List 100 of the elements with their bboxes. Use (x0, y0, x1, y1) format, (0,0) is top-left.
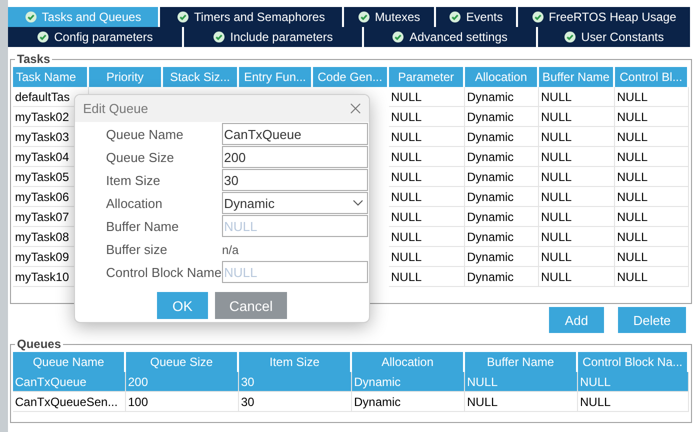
tab[interactable]: Include parameters (184, 27, 364, 47)
table-cell: Dynamic (465, 167, 539, 187)
input-field[interactable]: NULL (222, 215, 368, 237)
column-header[interactable]: Stack Siz... (163, 67, 239, 87)
table-cell: NULL (465, 392, 578, 412)
tab[interactable]: Mutexes (344, 7, 436, 27)
column-header[interactable]: Control Block Na... (578, 352, 689, 372)
table-cell: NULL (389, 247, 465, 267)
table-cell: NULL (389, 87, 465, 107)
tab[interactable]: Config parameters (8, 27, 184, 47)
field-label: Queue Size (106, 149, 175, 167)
check-icon (449, 11, 462, 23)
table-cell: Dynamic (465, 267, 539, 287)
table-cell: NULL (539, 247, 615, 267)
group-title: Queues (15, 337, 64, 351)
tab[interactable]: Tasks and Queues (8, 7, 160, 27)
input-field[interactable]: CanTxQueue (222, 123, 368, 145)
check-icon (177, 11, 190, 23)
column-header[interactable]: Buffer Name (465, 352, 578, 372)
tab[interactable]: FreeRTOS Heap Usage (518, 7, 690, 27)
table-cell: NULL (539, 267, 615, 287)
table-cell: NULL (615, 187, 689, 207)
column-header[interactable]: Buffer Name (539, 67, 615, 87)
table-cell: NULL (615, 127, 689, 147)
column-header[interactable]: Queue Size (126, 352, 239, 372)
table-cell: Dynamic (465, 107, 539, 127)
table-cell: NULL (389, 227, 465, 247)
tab[interactable]: User Constants (538, 27, 690, 47)
column-header[interactable]: Queue Name (13, 352, 126, 372)
table-cell: NULL (615, 267, 689, 287)
table-cell: NULL (615, 107, 689, 127)
table-cell: 200 (126, 372, 239, 392)
check-icon (358, 11, 370, 23)
table-cell: NULL (389, 167, 465, 187)
table-cell: NULL (615, 167, 689, 187)
table-cell: NULL (539, 87, 615, 107)
column-header[interactable]: Allocation (465, 67, 539, 87)
check-icon (532, 11, 544, 23)
table-cell: 100 (126, 392, 239, 412)
table-cell: NULL (389, 127, 465, 147)
table-cell: Dynamic (465, 207, 539, 227)
ok-button[interactable]: OK (157, 292, 208, 319)
table-cell: NULL (389, 207, 465, 227)
table-cell: NULL (539, 207, 615, 227)
check-icon (37, 31, 50, 43)
cancel-button[interactable]: Cancel (215, 292, 287, 319)
table-cell: Dynamic (352, 392, 465, 412)
table-row[interactable]: CanTxQueue 200 30 Dynamic NULL NULL (13, 372, 689, 392)
table-cell: NULL (539, 227, 615, 247)
field-label: Item Size (106, 172, 162, 190)
tab[interactable]: Advanced settings (364, 27, 538, 47)
group-title: Tasks (15, 52, 52, 66)
field-value: n/a (222, 242, 240, 258)
table-cell: NULL (389, 267, 465, 287)
table-cell: Dynamic (465, 187, 539, 207)
dropdown[interactable]: Dynamic (222, 192, 368, 214)
table-cell: NULL (615, 247, 689, 267)
field-label: Control Block Name (106, 264, 222, 282)
table-cell: Dynamic (352, 372, 465, 392)
table-cell: NULL (615, 227, 689, 247)
column-header[interactable]: Task Name (13, 67, 89, 87)
column-header[interactable]: Code Gen... (313, 67, 389, 87)
column-header[interactable]: Parameter (389, 67, 465, 87)
tab[interactable]: Timers and Semaphores (160, 7, 344, 27)
column-header[interactable]: Item Size (239, 352, 352, 372)
table-cell: CanTxQueueSen... (13, 392, 126, 412)
table-row[interactable]: CanTxQueueSen... 100 30 Dynamic NULL NULL (13, 392, 689, 412)
field-label: Queue Name (106, 126, 184, 144)
table-cell: NULL (578, 392, 689, 412)
check-icon (213, 31, 226, 43)
task-button[interactable]: Add (549, 307, 604, 333)
column-header[interactable]: Priority (89, 67, 163, 87)
table-cell: NULL (465, 372, 578, 392)
table-cell: 30 (239, 392, 352, 412)
table-cell: Dynamic (465, 247, 539, 267)
column-header[interactable]: Control Bl... (615, 67, 689, 87)
input-field[interactable]: NULL (222, 261, 368, 283)
input-field[interactable]: 200 (222, 146, 368, 168)
table-cell: NULL (539, 127, 615, 147)
table-cell: NULL (615, 207, 689, 227)
close-icon[interactable] (350, 103, 361, 114)
table-cell: 30 (239, 372, 352, 392)
table-cell: NULL (615, 147, 689, 167)
table-cell: NULL (539, 187, 615, 207)
table-cell: CanTxQueue (13, 372, 126, 392)
table-cell: NULL (389, 147, 465, 167)
field-label: Buffer size (106, 241, 168, 259)
table-cell: NULL (615, 87, 689, 107)
task-button[interactable]: Delete (618, 307, 686, 333)
table-cell: NULL (389, 187, 465, 207)
column-header[interactable]: Allocation (352, 352, 465, 372)
input-field[interactable]: 30 (222, 169, 368, 191)
tab[interactable]: Events (436, 7, 518, 27)
check-icon (564, 31, 576, 43)
column-header[interactable]: Entry Fun... (239, 67, 313, 87)
check-icon (24, 11, 37, 23)
table-cell: Dynamic (465, 147, 539, 167)
table-cell: NULL (539, 147, 615, 167)
table-cell: Dynamic (465, 227, 539, 247)
table-cell: NULL (389, 107, 465, 127)
